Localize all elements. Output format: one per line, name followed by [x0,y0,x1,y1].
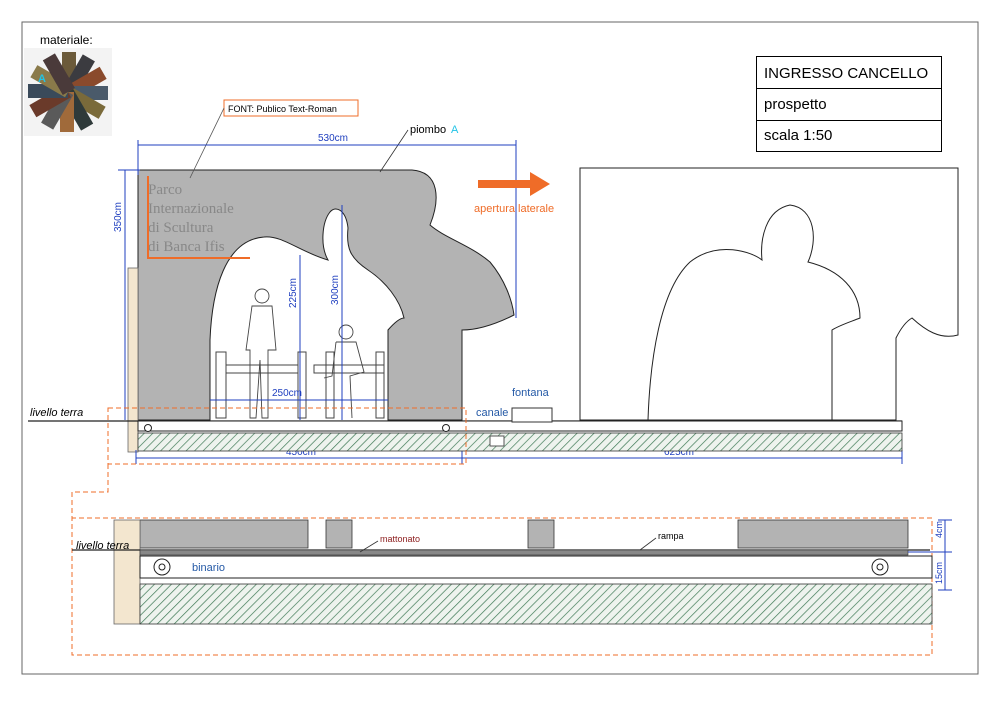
ground-label: livello terra [30,407,83,419]
sign-line-2: Internazionale [148,201,234,217]
title-scale: scala 1:50 [764,127,833,144]
gate-panel-sliding [579,167,959,421]
material-tag: A [38,73,46,85]
channel-label: canale [476,407,508,419]
rail-label: binario [192,562,225,574]
seated-figure [323,324,365,419]
sign-line-3: di Scultura [148,220,214,236]
font-note: FONT: Publico Text-Roman [228,104,337,114]
drain-grate [489,435,505,447]
opening-label: apertura laterale [474,203,554,215]
left-post [127,267,139,453]
section-post [113,519,141,625]
ramp-leader [639,537,657,551]
piombo-tag: A [451,124,459,136]
sign-line-1: Parco [148,182,182,198]
wheel-left [144,424,152,432]
material-label: materiale: [40,33,93,47]
piombo-label: piombo [410,124,446,136]
section-panels [139,519,909,549]
font-leader [189,107,225,179]
section-wheel-left [153,558,171,576]
piombo-leader [379,129,409,173]
dim-width-total: 530cm [318,133,348,144]
dim-opening-width: 250cm [272,388,302,399]
fountain [511,407,553,423]
dim-opening-height: 225cm [288,278,299,308]
section-dimensions [908,519,952,591]
material-swatch [24,48,112,136]
drawing-sheet: materiale: A Parco Internazionale di Scu… [0,0,1000,696]
foundation-section [139,583,933,625]
title-name: INGRESSO CANCELLO [764,65,929,82]
title-view: prospetto [764,96,827,113]
dim-layer-top: 4cm [934,521,944,538]
section-wheel-right [871,558,889,576]
section-rail [139,555,933,579]
foundation-elevation [137,432,903,452]
sign-line-4: di Banca Ifis [148,239,225,255]
dim-layer-bottom: 15cm [934,562,944,584]
wheel-right [442,424,450,432]
opening-arrow [478,172,550,196]
dim-figure-height: 300cm [330,275,341,305]
dim-height-total: 350cm [113,202,124,232]
brick-label: mattonato [380,534,420,544]
fountain-label: fontana [512,387,550,399]
ramp-label: rampa [658,531,684,541]
brick-paving [139,549,909,556]
section-ground-label: livello terra [76,540,129,552]
